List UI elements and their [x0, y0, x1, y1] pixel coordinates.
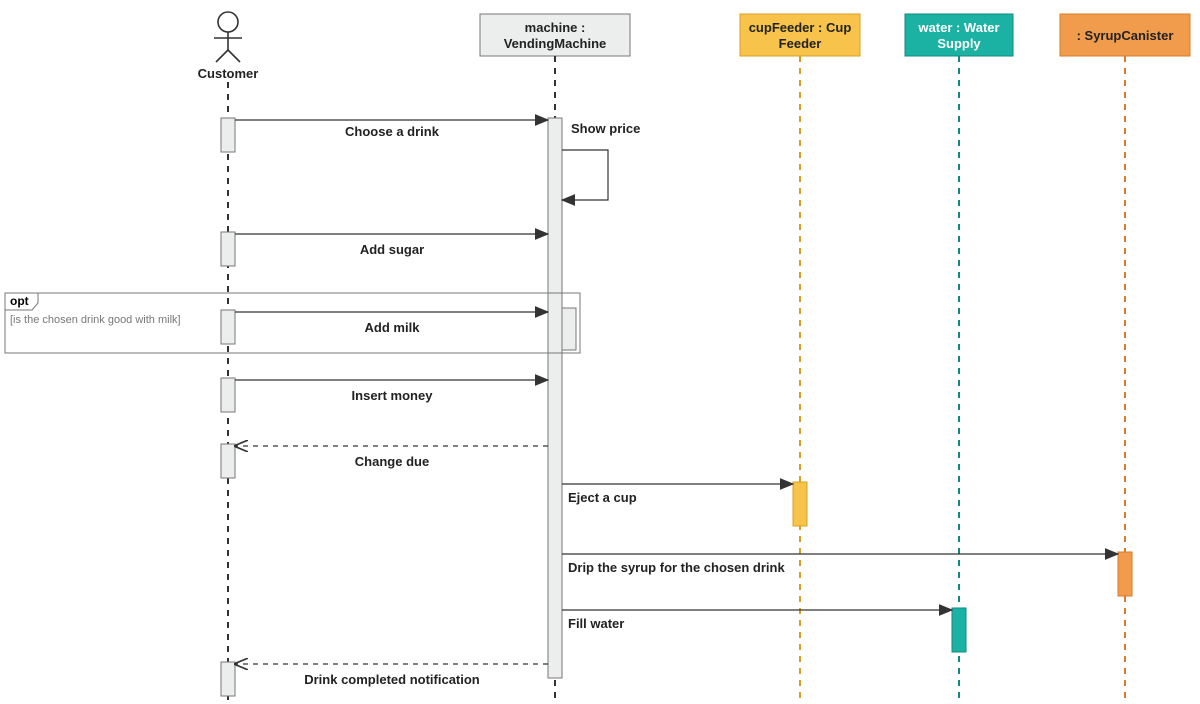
msg-show-price — [562, 150, 608, 200]
actor-customer: Customer — [198, 12, 259, 81]
svg-text:Supply: Supply — [937, 36, 981, 51]
participant-cupfeeder: cupFeeder : Cup Feeder — [740, 14, 860, 56]
activation-customer-milk — [221, 310, 235, 344]
fragment-guard: [is the chosen drink good with milk] — [10, 314, 181, 326]
msg-choose-drink-label: Choose a drink — [345, 124, 440, 139]
msg-eject-cup-label: Eject a cup — [568, 490, 637, 505]
activation-customer-choose — [221, 118, 235, 152]
svg-text:Feeder: Feeder — [779, 36, 822, 51]
svg-text:VendingMachine: VendingMachine — [504, 36, 607, 51]
msg-change-due-label: Change due — [355, 454, 429, 469]
sequence-diagram: Customer machine : VendingMachine cupFee… — [0, 0, 1200, 704]
msg-insert-money-label: Insert money — [352, 388, 434, 403]
activation-machine-milk — [562, 308, 576, 350]
svg-text:water : Water: water : Water — [917, 20, 999, 35]
activation-water — [952, 608, 966, 652]
fragment-opt: opt [is the chosen drink good with milk]… — [5, 293, 580, 353]
svg-text:opt: opt — [10, 294, 29, 308]
participant-water: water : Water Supply — [905, 14, 1013, 56]
svg-text:machine :: machine : — [525, 20, 586, 35]
activation-cupfeeder — [793, 482, 807, 526]
actor-label: Customer — [198, 66, 259, 81]
activation-customer-insert — [221, 378, 235, 412]
svg-text:cupFeeder : Cup: cupFeeder : Cup — [749, 20, 852, 35]
msg-drink-done-label: Drink completed notification — [304, 672, 480, 687]
msg-show-price-label: Show price — [571, 121, 640, 136]
msg-add-milk-label: Add milk — [365, 320, 421, 335]
msg-add-sugar-label: Add sugar — [360, 242, 424, 257]
svg-text:: SyrupCanister: : SyrupCanister — [1077, 28, 1174, 43]
activation-customer-change — [221, 444, 235, 478]
participant-syrup: : SyrupCanister — [1060, 14, 1190, 56]
activation-syrup — [1118, 552, 1132, 596]
msg-fill-water-label: Fill water — [568, 616, 624, 631]
participant-machine: machine : VendingMachine — [480, 14, 630, 56]
activation-customer-sugar — [221, 232, 235, 266]
msg-drip-syrup-label: Drip the syrup for the chosen drink — [568, 560, 785, 575]
activation-customer-done — [221, 662, 235, 696]
activation-machine — [548, 118, 562, 678]
